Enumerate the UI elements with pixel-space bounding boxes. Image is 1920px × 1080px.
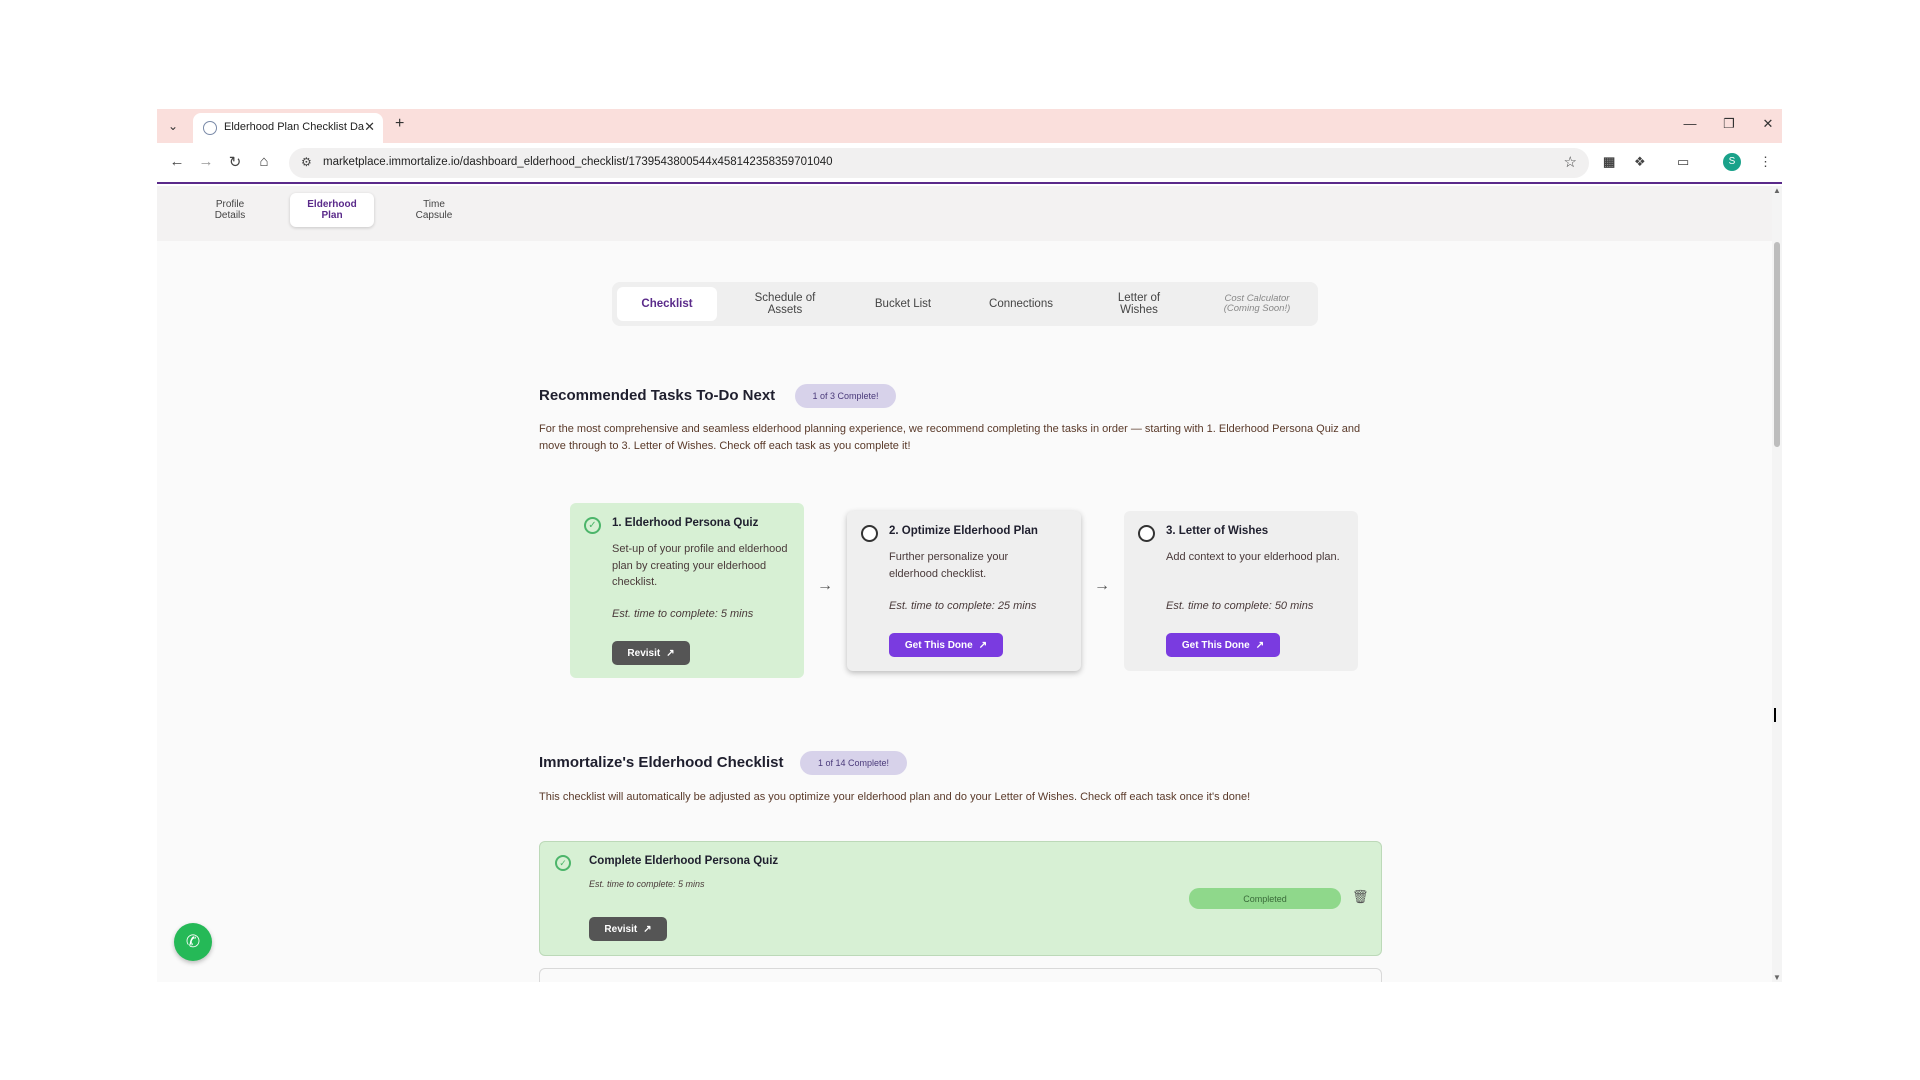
window-close-icon[interactable]: ✕ <box>1758 116 1778 132</box>
plus-icon[interactable]: + <box>395 115 404 133</box>
button-label: Get This Done <box>904 639 973 651</box>
tab-label: (Coming Soon!) <box>1223 303 1291 314</box>
nav-label: Time <box>423 199 445 210</box>
nav-label: Plan <box>321 210 343 221</box>
tab-bucket-list[interactable]: Bucket List <box>853 287 953 321</box>
browser-window: ⌄ Elderhood Plan Checklist Dashb ✕ + — ❐… <box>157 109 1782 982</box>
scroll-up-icon[interactable]: ▲ <box>1773 186 1781 195</box>
home-icon[interactable]: ⌂ <box>254 153 274 170</box>
button-label: Get This Done <box>1181 639 1250 651</box>
task-title: 1. Elderhood Persona Quiz <box>612 517 759 529</box>
nav-label: Elderhood <box>307 199 357 210</box>
task-description: Add context to your elderhood plan. <box>1166 551 1340 563</box>
checklist-item <box>539 968 1382 982</box>
url-text[interactable]: marketplace.immortalize.io/dashboard_eld… <box>323 156 833 168</box>
checklist-progress-badge: 1 of 14 Complete! <box>800 751 907 775</box>
minimize-icon[interactable]: — <box>1680 116 1700 131</box>
site-settings-icon[interactable]: ⚙ <box>301 155 312 169</box>
scroll-down-icon[interactable]: ▼ <box>1773 973 1781 982</box>
whatsapp-icon[interactable]: ✆ <box>174 923 212 961</box>
task-estimate: Est. time to complete: 50 mins <box>1166 600 1314 612</box>
restore-icon[interactable]: ❐ <box>1719 116 1739 132</box>
star-icon[interactable]: ☆ <box>1564 153 1577 171</box>
favicon-icon <box>203 121 217 135</box>
plan-subtabs: Checklist Schedule of Assets Bucket List… <box>612 282 1318 326</box>
nav-label: Profile <box>215 199 245 210</box>
tab-cost-calculator: Cost Calculator (Coming Soon!) <box>1207 287 1307 321</box>
scroll-thumb[interactable] <box>1774 242 1780 447</box>
button-label: Revisit <box>604 923 638 935</box>
tab-connections[interactable]: Connections <box>971 287 1071 321</box>
checklist-item-estimate: Est. time to complete: 5 mins <box>589 879 705 889</box>
tab-title: Elderhood Plan Checklist Dashb <box>224 121 364 133</box>
task-title: 3. Letter of Wishes <box>1166 525 1269 537</box>
recommended-progress-badge: 1 of 3 Complete! <box>795 384 896 408</box>
task-card-persona-quiz: ✓ 1. Elderhood Persona Quiz Set-up of yo… <box>570 503 804 678</box>
task-card-letter-of-wishes: 3. Letter of Wishes Add context to your … <box>1124 511 1358 671</box>
tab-label: Schedule of <box>754 292 816 304</box>
tab-list-icon[interactable]: ⌄ <box>163 116 183 136</box>
extension-icon[interactable]: ❖ <box>1634 154 1646 170</box>
tab-label: Letter of <box>1117 292 1161 304</box>
arrow-right-icon: → <box>817 577 833 594</box>
check-circle-icon[interactable] <box>861 525 878 542</box>
task-description: Further personalize your elderhood check… <box>889 551 1009 580</box>
task-description: Set-up of your profile and elderhood pla… <box>612 543 788 588</box>
forward-icon[interactable]: → <box>196 153 216 170</box>
tab-label: Assets <box>767 304 803 316</box>
status-badge[interactable]: Completed <box>1189 888 1341 909</box>
external-link-icon: ↗ <box>643 923 652 935</box>
nav-profile-details[interactable]: Profile Details <box>188 193 272 227</box>
tab-label: Wishes <box>1120 304 1158 316</box>
checklist-title: Immortalize's Elderhood Checklist <box>539 754 784 771</box>
recommended-title: Recommended Tasks To-Do Next <box>539 387 776 404</box>
get-this-done-button[interactable]: Get This Done ↗ <box>889 633 1003 657</box>
nav-label: Capsule <box>415 210 453 221</box>
check-circle-icon[interactable] <box>1138 525 1155 542</box>
scrollbar[interactable]: ▲ ▼ <box>1772 186 1782 982</box>
trash-icon[interactable]: 🗑 <box>1352 889 1369 905</box>
top-navigation: Profile Details Elderhood Plan Time Caps… <box>157 186 1772 241</box>
title-bar: ⌄ Elderhood Plan Checklist Dashb ✕ + — ❐… <box>157 109 1782 143</box>
cast-icon[interactable]: ▭ <box>1677 154 1689 170</box>
button-label: Revisit <box>627 647 661 659</box>
arrow-right-icon: → <box>1094 577 1110 594</box>
task-estimate: Est. time to complete: 25 mins <box>889 600 1037 612</box>
external-link-icon: ↗ <box>1255 639 1265 651</box>
page-viewport: Profile Details Elderhood Plan Time Caps… <box>157 186 1782 982</box>
tab-letter-of-wishes[interactable]: Letter of Wishes <box>1089 287 1189 321</box>
nav-time-capsule[interactable]: Time Capsule <box>392 193 476 227</box>
text-cursor <box>1774 708 1776 722</box>
reload-icon[interactable]: ↻ <box>225 153 245 171</box>
external-link-icon: ↗ <box>978 639 988 651</box>
address-bar[interactable]: ⚙ marketplace.immortalize.io/dashboard_e… <box>289 148 1589 178</box>
checklist-description: This checklist will automatically be adj… <box>539 791 1251 803</box>
revisit-button[interactable]: Revisit ↗ <box>589 917 667 941</box>
checklist-item-title: Complete Elderhood Persona Quiz <box>589 855 779 867</box>
menu-icon[interactable]: ⋮ <box>1759 154 1772 170</box>
browser-tab[interactable]: Elderhood Plan Checklist Dashb ✕ <box>193 113 383 143</box>
tab-schedule-of-assets[interactable]: Schedule of Assets <box>735 287 835 321</box>
task-estimate: Est. time to complete: 5 mins <box>612 608 754 620</box>
checklist-item: ✓ Complete Elderhood Persona Quiz Est. t… <box>539 841 1382 956</box>
nav-elderhood-plan[interactable]: Elderhood Plan <box>290 193 374 227</box>
check-circle-icon[interactable]: ✓ <box>584 517 601 534</box>
get-this-done-button[interactable]: Get This Done ↗ <box>1166 633 1280 657</box>
browser-toolbar: ← → ↻ ⌂ ⚙ marketplace.immortalize.io/das… <box>157 143 1782 184</box>
tab-checklist[interactable]: Checklist <box>617 287 717 321</box>
revisit-button[interactable]: Revisit ↗ <box>612 641 690 665</box>
nav-label: Details <box>214 210 246 221</box>
recommended-description: For the most comprehensive and seamless … <box>539 423 1361 452</box>
external-link-icon: ↗ <box>666 647 675 659</box>
task-title: 2. Optimize Elderhood Plan <box>889 525 1038 537</box>
back-icon[interactable]: ← <box>167 153 187 170</box>
avatar[interactable]: S <box>1723 153 1741 171</box>
close-icon[interactable]: ✕ <box>364 119 375 135</box>
task-card-optimize-plan: 2. Optimize Elderhood Plan Further perso… <box>847 511 1081 671</box>
check-circle-icon[interactable]: ✓ <box>555 855 571 871</box>
extension-badge-icon[interactable]: ▦ <box>1603 154 1615 170</box>
